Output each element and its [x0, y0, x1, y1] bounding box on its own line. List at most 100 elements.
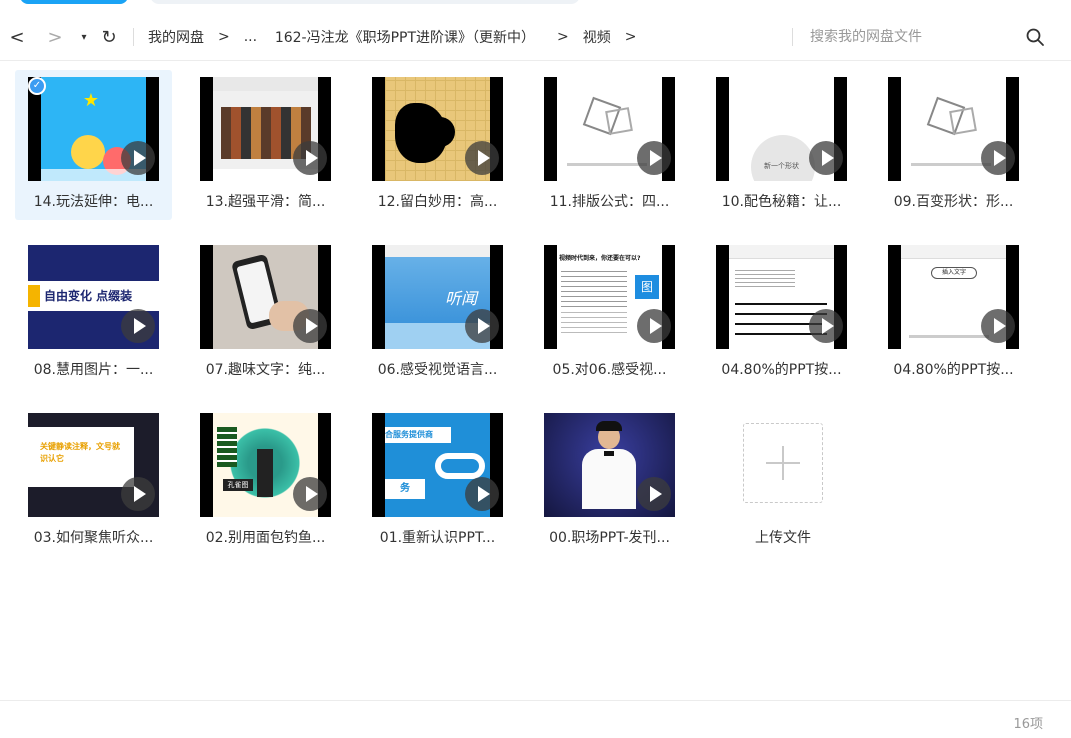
file-card-02[interactable]: 孔雀图 02.别用面包钓鱼...	[187, 406, 344, 556]
play-icon[interactable]	[637, 141, 671, 175]
search-input[interactable]	[810, 24, 1010, 50]
file-name: 13.超强平滑：简...	[205, 194, 326, 210]
video-thumbnail	[716, 245, 847, 349]
file-card-01[interactable]: 合服务提供商 务 01.重新认识PPT...	[359, 406, 516, 556]
video-thumbnail: 插入文字	[888, 245, 1019, 349]
play-icon[interactable]	[293, 477, 327, 511]
play-icon[interactable]	[293, 309, 327, 343]
file-card-00[interactable]: 00.职场PPT-发刊...	[531, 406, 688, 556]
file-card-03[interactable]: 关键静读注释，文号就识认它 03.如何聚焦听众...	[15, 406, 172, 556]
file-name: 05.对06.感受视...	[552, 362, 667, 378]
play-icon[interactable]	[809, 309, 843, 343]
thumbnail-tag: 插入文字	[931, 267, 977, 279]
thumbnail-text: 合服务提供商	[385, 427, 451, 443]
video-thumbnail: 听闻	[372, 245, 503, 349]
toolbar-divider	[133, 28, 134, 46]
file-card-04a[interactable]: 04.80%的PPT按...	[703, 238, 860, 388]
thumbnail-badge: 图	[635, 275, 659, 299]
thumbnail-text: 视频时代到来，你还要在可以?	[559, 255, 641, 262]
thumbnail-text: 关键静读注释，文号就识认它	[40, 442, 120, 463]
caret-down-icon: ▾	[81, 31, 87, 43]
play-icon[interactable]	[981, 309, 1015, 343]
file-name: 12.留白妙用：高...	[377, 194, 498, 210]
play-icon[interactable]	[465, 141, 499, 175]
play-icon[interactable]	[121, 309, 155, 343]
back-button[interactable]: <	[6, 24, 28, 50]
navigation-toolbar: < > ▾ ↻ 我的网盘 > ... > 162-冯注龙《职场PPT进阶课》（更…	[0, 18, 1071, 56]
breadcrumb-item-course[interactable]: 162-冯注龙《职场PPT进阶课》（更新中）	[275, 27, 535, 47]
video-thumbnail: ★	[28, 77, 159, 181]
forward-button[interactable]: >	[44, 24, 66, 50]
file-name: 01.重新认识PPT...	[379, 530, 496, 546]
file-name: 11.排版公式：四...	[549, 194, 670, 210]
breadcrumb-separator: >	[557, 29, 569, 45]
video-thumbnail	[888, 77, 1019, 181]
breadcrumb-item-root[interactable]: 我的网盘	[148, 27, 204, 47]
play-icon[interactable]	[465, 309, 499, 343]
video-thumbnail: 新一个形状	[716, 77, 847, 181]
history-dropdown-button[interactable]: ▾	[76, 24, 92, 50]
upload-file-card[interactable]: 上传文件	[703, 406, 863, 556]
file-card-05[interactable]: 视频时代到来，你还要在可以? 图 05.对06.感受视...	[531, 238, 688, 388]
file-name: 04.80%的PPT按...	[721, 362, 842, 378]
file-card-09[interactable]: 09.百变形状：形...	[875, 70, 1032, 220]
file-name: 14.玩法延伸：电...	[33, 194, 154, 210]
thumbnail-text: 听闻	[445, 289, 478, 308]
video-thumbnail: 合服务提供商 务	[372, 413, 503, 517]
video-thumbnail	[372, 77, 503, 181]
thumbnail-text: 务	[385, 479, 425, 499]
active-tab-edge[interactable]	[20, 0, 128, 4]
file-card-07[interactable]: 07.趣味文字：纯...	[187, 238, 344, 388]
file-card-08[interactable]: 自由变化 点缀装 08.慧用图片：一...	[15, 238, 172, 388]
upload-plus-icon[interactable]	[743, 423, 823, 503]
file-name: 10.配色秘籍：让...	[721, 194, 842, 210]
file-card-12[interactable]: 12.留白妙用：高...	[359, 70, 516, 220]
file-name: 02.别用面包钓鱼...	[205, 530, 326, 546]
video-thumbnail	[200, 245, 331, 349]
checkbox-checked-icon[interactable]: ✓	[28, 77, 46, 95]
chevron-right-icon: >	[47, 26, 63, 48]
inactive-tab-edge[interactable]	[150, 0, 580, 4]
play-icon[interactable]	[465, 477, 499, 511]
video-thumbnail: 关键静读注释，文号就识认它	[28, 413, 159, 517]
file-card-13[interactable]: 13.超强平滑：简...	[187, 70, 344, 220]
video-thumbnail	[200, 77, 331, 181]
play-icon[interactable]	[121, 477, 155, 511]
thumbnail-tag: 孔雀图	[223, 479, 253, 491]
refresh-icon: ↻	[101, 26, 117, 48]
file-name: 07.趣味文字：纯...	[205, 362, 326, 378]
play-icon[interactable]	[637, 309, 671, 343]
video-thumbnail	[544, 413, 675, 517]
video-thumbnail	[544, 77, 675, 181]
video-thumbnail: 自由变化 点缀装	[28, 245, 159, 349]
upload-label: 上传文件	[755, 530, 811, 546]
breadcrumb-separator: >	[624, 29, 637, 45]
play-icon[interactable]	[121, 141, 155, 175]
play-icon[interactable]	[981, 141, 1015, 175]
file-card-06[interactable]: 听闻 06.感受视觉语言...	[359, 238, 516, 388]
thumbnail-text: 自由变化 点缀装	[44, 289, 133, 303]
tab-strip	[0, 0, 1071, 10]
play-icon[interactable]	[293, 141, 327, 175]
play-icon[interactable]	[637, 477, 671, 511]
item-count: 16项	[1013, 717, 1043, 732]
video-thumbnail: 视频时代到来，你还要在可以? 图	[544, 245, 675, 349]
file-name: 04.80%的PPT按...	[893, 362, 1014, 378]
file-name: 06.感受视觉语言...	[377, 362, 498, 378]
breadcrumb-separator: >	[218, 29, 230, 45]
file-card-11[interactable]: 11.排版公式：四...	[531, 70, 688, 220]
file-card-10[interactable]: 新一个形状 10.配色秘籍：让...	[703, 70, 860, 220]
search-icon[interactable]	[1025, 27, 1045, 47]
file-card-14[interactable]: ★ ✓ 14.玩法延伸：电...	[15, 70, 172, 220]
play-icon[interactable]	[809, 141, 843, 175]
video-thumbnail: 孔雀图	[200, 413, 331, 517]
file-card-04b[interactable]: 插入文字 04.80%的PPT按...	[875, 238, 1032, 388]
breadcrumb-item-video[interactable]: 视频	[583, 27, 611, 47]
refresh-button[interactable]: ↻	[98, 24, 120, 50]
breadcrumb: 我的网盘 > ... > 162-冯注龙《职场PPT进阶课》（更新中） > 视频…	[148, 24, 651, 50]
file-name: 00.职场PPT-发刊...	[549, 530, 670, 546]
status-bar: 16项	[0, 700, 1071, 738]
breadcrumb-item-ellipsis[interactable]: ...	[244, 29, 257, 45]
file-name: 03.如何聚焦听众...	[33, 530, 154, 546]
file-name: 09.百变形状：形...	[893, 194, 1014, 210]
